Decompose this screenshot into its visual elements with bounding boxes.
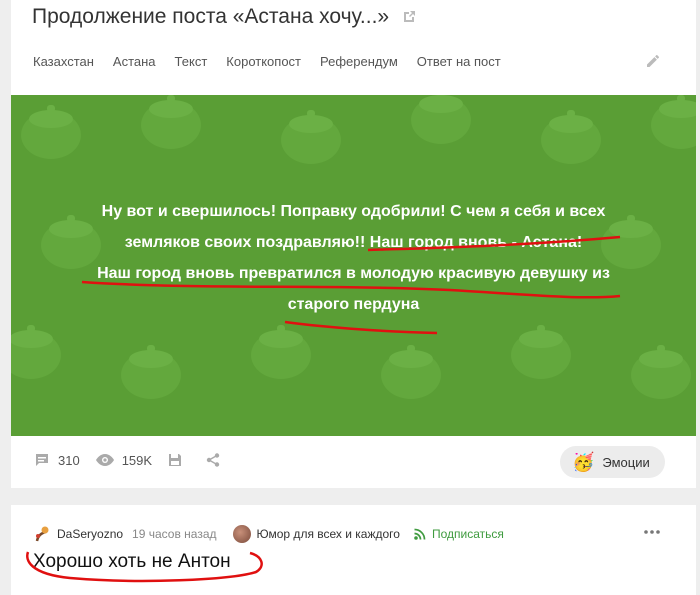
share-button[interactable] [206, 453, 228, 467]
tag-kazakhstan[interactable]: Казахстан [33, 54, 94, 69]
emotions-label: Эмоции [602, 454, 650, 470]
comments-stat[interactable]: 310 [34, 452, 80, 468]
eye-icon [95, 454, 114, 466]
post-image: Ну вот и свершилось! Поправку одобрили! … [11, 95, 696, 436]
post-title[interactable]: Продолжение поста «Астана хочу...» [32, 5, 417, 29]
emotions-button[interactable]: 🥳 Эмоции [560, 446, 665, 478]
comment-text: Хорошо хоть не Антон [33, 551, 231, 572]
image-text-line-2: земляков своих поздравляю!! Наш город вн… [124, 234, 583, 251]
tag-referendum[interactable]: Референдум [320, 54, 398, 69]
subscribe-label: Подписаться [431, 527, 504, 541]
views-count: 159K [121, 452, 153, 468]
subscribe-button[interactable]: Подписаться [414, 527, 504, 541]
share-icon [206, 453, 220, 467]
more-dots-icon[interactable] [644, 530, 660, 534]
rss-icon [414, 528, 426, 540]
image-text-line-1: Ну вот и свершилось! Поправку одобрили! … [101, 203, 606, 220]
image-text: Ну вот и свершилось! Поправку одобрили! … [11, 196, 696, 320]
pencil-icon[interactable] [646, 54, 660, 68]
comment-icon [36, 454, 48, 466]
post-title-text[interactable]: Продолжение поста «Астана хочу...» [32, 5, 389, 29]
external-link-icon[interactable] [401, 9, 417, 25]
comment-header: DaSeryozno 19 часов назад Юмор для всех … [33, 525, 504, 543]
tag-reply-to-post[interactable]: Ответ на пост [417, 54, 501, 69]
party-emoji-icon: 🥳 [572, 451, 595, 472]
comments-count: 310 [58, 452, 80, 468]
image-text-line-4: старого пердуна [287, 296, 420, 313]
image-text-line-3: Наш город вновь превратился в молодую кр… [97, 265, 610, 282]
comment-time: 19 часов назад [132, 527, 217, 541]
tag-list: Казахстан Астана Текст Короткопост Рефер… [33, 54, 520, 69]
views-stat: 159K [95, 452, 153, 468]
save-icon [169, 454, 182, 466]
tag-astana[interactable]: Астана [113, 54, 156, 69]
comment-card: DaSeryozno 19 часов назад Юмор для всех … [11, 505, 696, 595]
community-name[interactable]: Юмор для всех и каждого [257, 527, 400, 541]
tag-shortpost[interactable]: Короткопост [226, 54, 301, 69]
post-card: Продолжение поста «Астана хочу...» Казах… [11, 0, 696, 488]
comment-author[interactable]: DaSeryozno [57, 527, 123, 541]
save-button[interactable] [168, 453, 190, 467]
tag-text[interactable]: Текст [175, 54, 208, 69]
post-stats: 310 159K [34, 452, 244, 468]
community-avatar[interactable] [232, 525, 251, 543]
user-avatar[interactable] [33, 525, 51, 543]
